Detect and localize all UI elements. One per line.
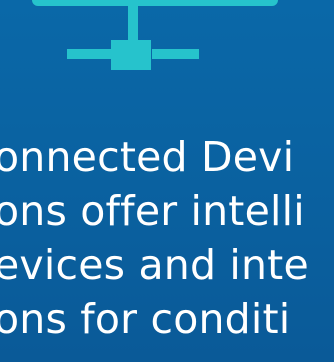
network-left-branch-icon-part: [67, 49, 114, 59]
connected-devices-icon: [32, 0, 278, 72]
network-stem-icon-part: [128, 6, 138, 42]
hero-text: onnected Devi ons offer intelli evices a…: [0, 130, 334, 346]
page-frame: onnected Devi ons offer intelli evices a…: [0, 0, 334, 362]
network-right-branch-icon-part: [152, 49, 199, 59]
hero-line-3: evices and inte: [0, 241, 309, 289]
hero-line-4: ons for conditi: [0, 295, 291, 343]
hero-line-2: ons offer intelli: [0, 187, 305, 235]
network-node-icon-part: [111, 40, 151, 70]
network-top-bar-icon-part: [32, 0, 278, 6]
hero-line-1: onnected Devi: [0, 133, 295, 181]
